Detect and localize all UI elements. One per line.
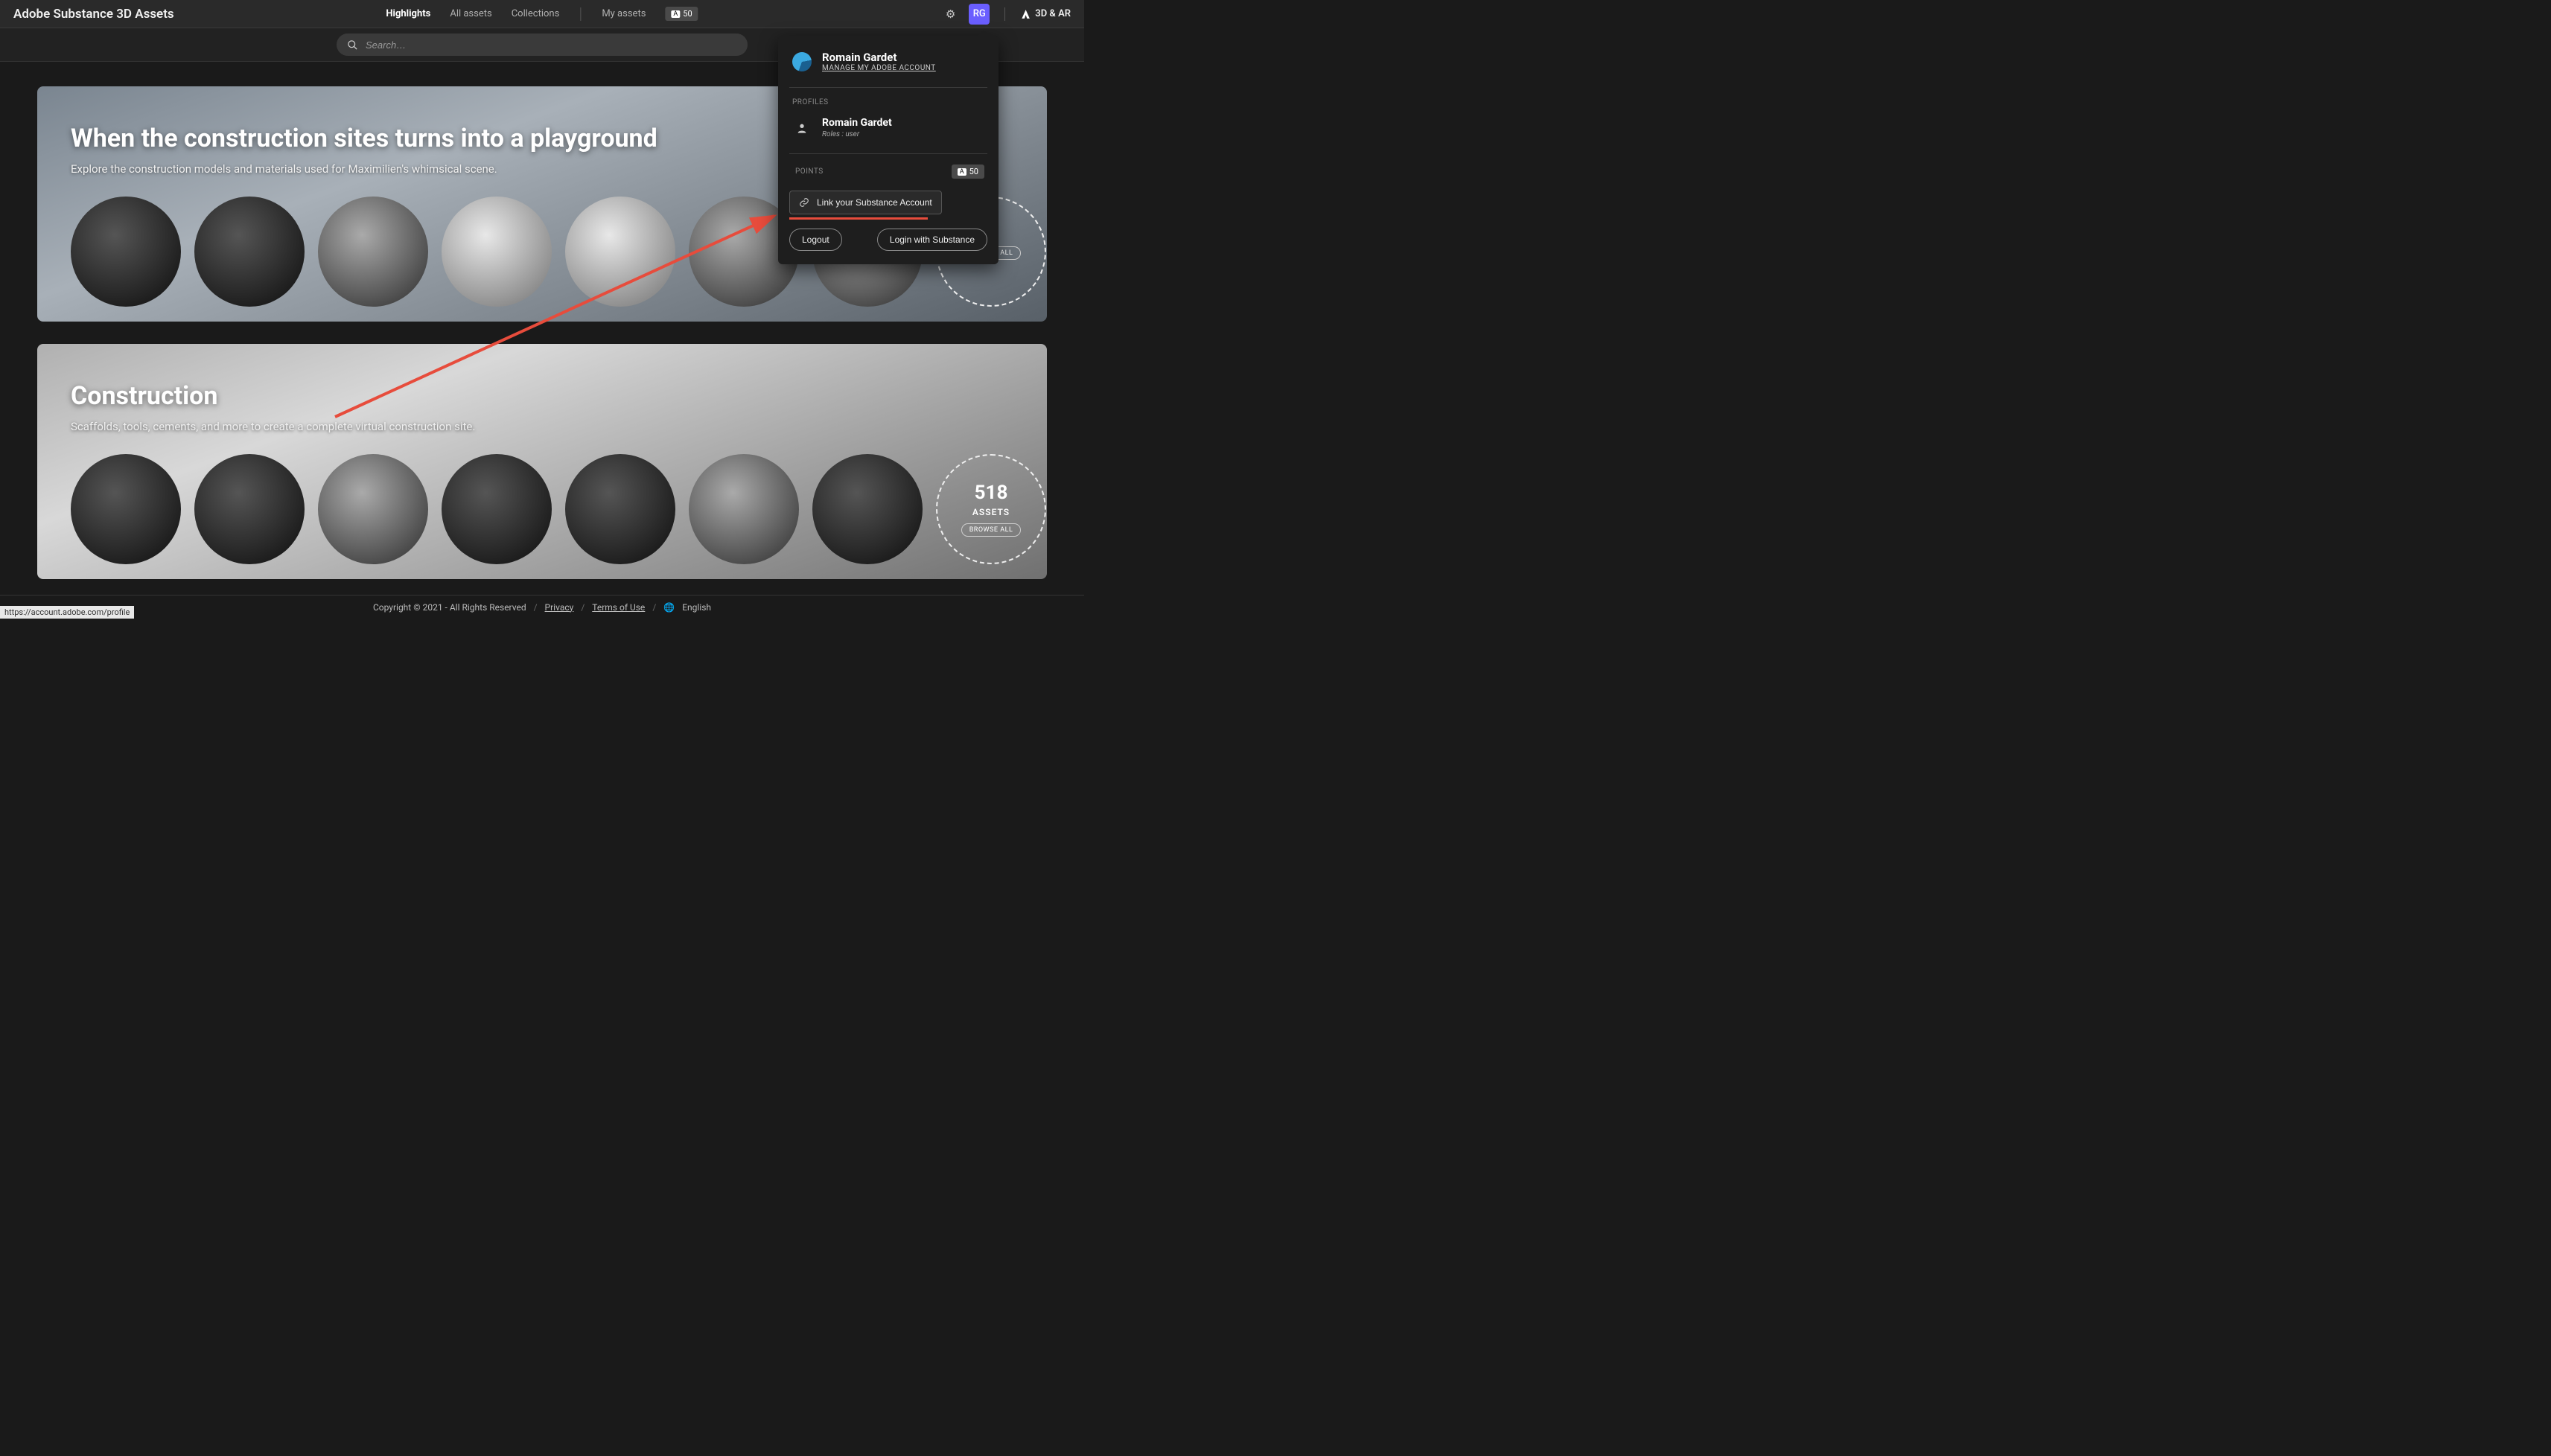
login-substance-button[interactable]: Login with Substance xyxy=(877,229,987,251)
asset-thumbnail[interactable] xyxy=(318,197,428,307)
topbar: Adobe Substance 3D Assets Highlights All… xyxy=(0,0,1084,28)
topbar-right: ⚙ RG 3D & AR xyxy=(946,4,1071,25)
link-substance-label: Link your Substance Account xyxy=(817,197,932,208)
separator: / xyxy=(534,602,538,613)
terms-link[interactable]: Terms of Use xyxy=(592,602,645,613)
points-value: 50 xyxy=(683,9,692,19)
person-icon xyxy=(792,122,812,134)
search-wrap[interactable] xyxy=(337,33,748,56)
asset-thumbnail[interactable] xyxy=(565,454,675,564)
hero-construction-card[interactable]: Construction Scaffolds, tools, cements, … xyxy=(37,344,1047,579)
nav-highlights[interactable]: Highlights xyxy=(386,8,430,19)
nav-my-assets[interactable]: My assets xyxy=(602,8,646,19)
profiles-label: PROFILES xyxy=(789,95,987,109)
user-dropdown: Romain Gardet MANAGE MY ADOBE ACCOUNT PR… xyxy=(778,36,999,264)
hero2-subtitle: Scaffolds, tools, cements, and more to c… xyxy=(71,420,1013,433)
asset-thumbnail[interactable] xyxy=(565,197,675,307)
asset-thumbnail[interactable] xyxy=(442,197,552,307)
settings-icon[interactable]: ⚙ xyxy=(946,7,955,21)
manage-account-link[interactable]: MANAGE MY ADOBE ACCOUNT xyxy=(822,64,936,72)
adobe-logo-icon: A xyxy=(671,10,680,18)
points-badge-top[interactable]: A 50 xyxy=(665,7,698,21)
points-row: POINTS A 50 xyxy=(789,162,987,182)
privacy-link[interactable]: Privacy xyxy=(545,602,574,613)
annotation-underline xyxy=(789,217,928,220)
nav-all-assets[interactable]: All assets xyxy=(450,8,491,19)
copyright-text: Copyright © 2021 - All Rights Reserved xyxy=(373,602,526,613)
asset-count: 518 xyxy=(975,482,1008,504)
adobe-icon xyxy=(1020,9,1031,19)
dropdown-bottom-row: Logout Login with Substance xyxy=(789,229,987,251)
asset-thumbnail[interactable] xyxy=(194,454,305,564)
nav-collections[interactable]: Collections xyxy=(512,8,560,19)
profile-role: Roles : user xyxy=(822,130,892,138)
search-input[interactable] xyxy=(366,39,737,51)
brand-3d-label: 3D & AR xyxy=(1035,8,1071,19)
browse-all-circle[interactable]: 518 ASSETS BROWSE ALL xyxy=(936,454,1046,564)
profile-row[interactable]: Romain Gardet Roles : user xyxy=(789,109,987,146)
main-nav: Highlights All assets Collections My ass… xyxy=(386,7,698,21)
user-name: Romain Gardet xyxy=(822,51,936,64)
separator: / xyxy=(652,602,656,613)
browse-all-button[interactable]: BROWSE ALL xyxy=(961,523,1022,537)
brand-title: Adobe Substance 3D Assets xyxy=(13,7,174,22)
link-icon xyxy=(799,197,809,208)
assets-label: ASSETS xyxy=(972,507,1010,517)
divider xyxy=(789,87,987,88)
points-value: 50 xyxy=(969,167,978,176)
status-bar-url: https://account.adobe.com/profile xyxy=(0,606,134,619)
hero2-title: Construction xyxy=(71,381,1013,411)
asset-thumbnail[interactable] xyxy=(442,454,552,564)
globe-icon[interactable]: 🌐 xyxy=(663,602,675,613)
avatar-button[interactable]: RG xyxy=(969,4,990,25)
hero2-asset-row: 518 ASSETS BROWSE ALL xyxy=(71,454,1013,564)
profile-name: Romain Gardet xyxy=(822,117,892,129)
asset-thumbnail[interactable] xyxy=(194,197,305,307)
points-badge-dropdown: A 50 xyxy=(952,165,984,179)
dropdown-user-row: Romain Gardet MANAGE MY ADOBE ACCOUNT xyxy=(789,51,987,80)
asset-thumbnail[interactable] xyxy=(689,454,799,564)
topbar-separator xyxy=(1004,7,1005,21)
asset-thumbnail[interactable] xyxy=(71,197,181,307)
separator: / xyxy=(581,602,585,613)
brand-3d-link[interactable]: 3D & AR xyxy=(1020,8,1071,19)
asset-thumbnail[interactable] xyxy=(71,454,181,564)
link-substance-button[interactable]: Link your Substance Account xyxy=(789,191,942,214)
user-avatar-icon xyxy=(792,52,812,71)
search-icon xyxy=(347,39,358,51)
logout-button[interactable]: Logout xyxy=(789,229,842,251)
asset-thumbnail[interactable] xyxy=(318,454,428,564)
points-label: POINTS xyxy=(792,165,827,179)
adobe-logo-icon: A xyxy=(958,168,966,176)
divider xyxy=(789,153,987,154)
nav-separator xyxy=(580,7,581,21)
asset-thumbnail[interactable] xyxy=(812,454,923,564)
language-selector[interactable]: English xyxy=(682,602,711,613)
footer: Copyright © 2021 - All Rights Reserved /… xyxy=(0,595,1084,619)
